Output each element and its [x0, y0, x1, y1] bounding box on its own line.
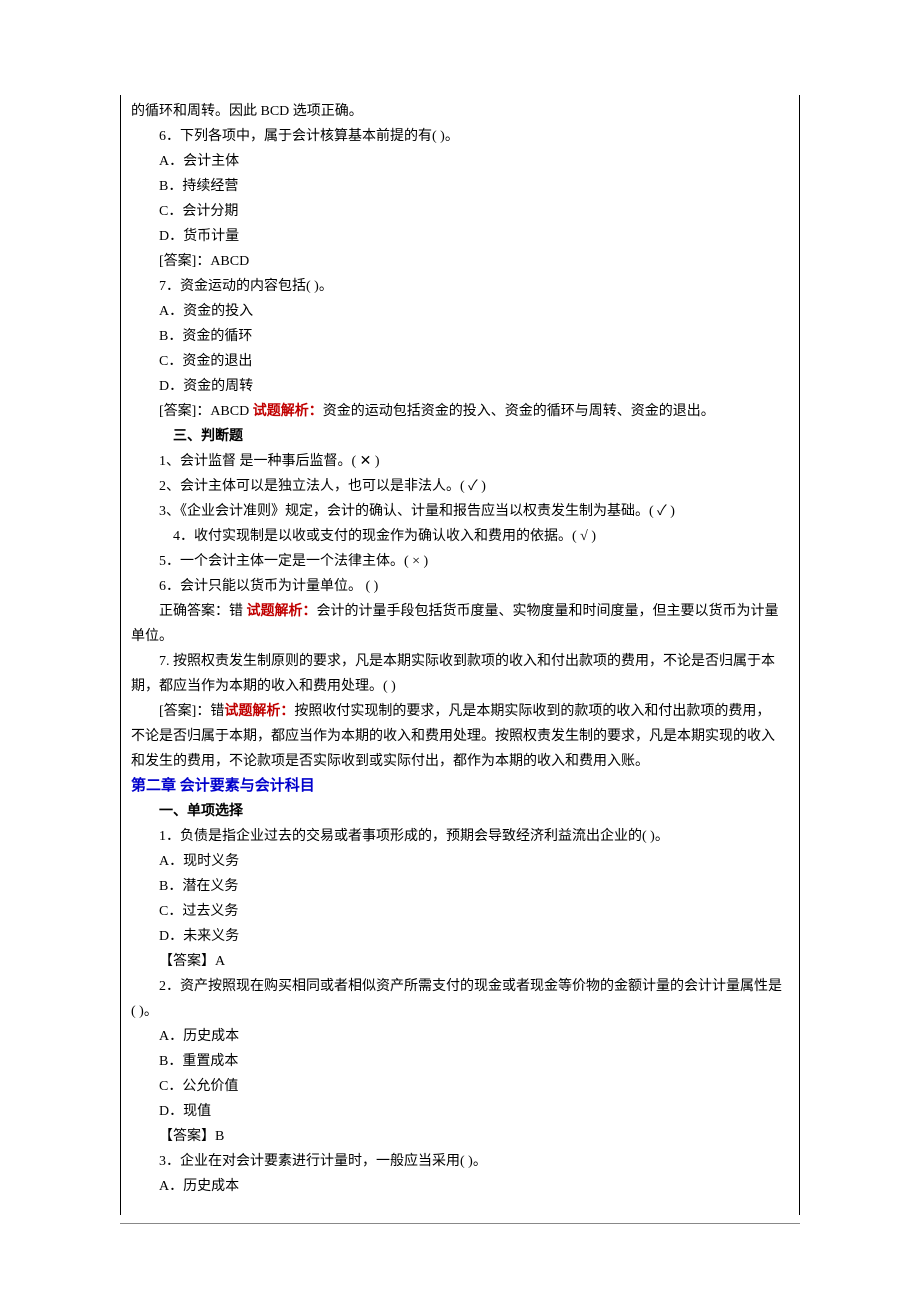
q7-opt-c: C．资金的退出 [131, 349, 789, 374]
q6-opt-b: B．持续经营 [131, 174, 789, 199]
intro-line: 的循环和周转。因此 BCD 选项正确。 [131, 99, 789, 124]
c2q3-opt-a: A．历史成本 [131, 1174, 789, 1199]
q7-opt-d: D．资金的周转 [131, 374, 789, 399]
judge-5: 5．一个会计主体一定是一个法律主体。( × ) [131, 549, 789, 574]
judge-7-answer-line2: 不论是否归属于本期，都应当作为本期的收入和费用处理。按照权责发生制的要求，凡是本… [131, 724, 789, 749]
c2q1-opt-d: D．未来义务 [131, 924, 789, 949]
judge-7-line1: 7. 按照权责发生制原则的要求，凡是本期实际收到款项的收入和付出款项的费用，不论… [131, 649, 789, 674]
c2q3-stem: 3．企业在对会计要素进行计量时，一般应当采用( )。 [131, 1149, 789, 1174]
j6-ans-red: 试题解析： [247, 604, 317, 619]
c2q2-stem-l2: ( )。 [131, 999, 789, 1024]
content-box: 的循环和周转。因此 BCD 选项正确。 6．下列各项中，属于会计核算基本前提的有… [120, 95, 800, 1215]
j7-ans-prefix: [答案]：错 [159, 704, 224, 719]
q7-opt-a: A．资金的投入 [131, 299, 789, 324]
judge-4: 4．收付实现制是以收或支付的现金作为确认收入和费用的依据。( √ ) [131, 524, 789, 549]
judge-7-answer-line3: 和发生的费用，不论款项是否实际收到或实际付出，都作为本期的收入和费用入账。 [131, 749, 789, 774]
q7-ans-red: 试题解析： [253, 404, 323, 419]
chapter2-title: 第二章 会计要素与会计科目 [131, 774, 789, 799]
q6-opt-d: D．货币计量 [131, 224, 789, 249]
c2q2-stem-l1: 2．资产按照现在购买相同或者相似资产所需支付的现金或者现金等价物的金额计量的会计… [131, 974, 789, 999]
judge-2: 2、会计主体可以是独立法人，也可以是非法人。( ✓ ) [131, 474, 789, 499]
c2q1-opt-c: C．过去义务 [131, 899, 789, 924]
c2q2-opt-a: A．历史成本 [131, 1024, 789, 1049]
q6-opt-c: C．会计分期 [131, 199, 789, 224]
j6-ans-prefix: 正确答案：错 [159, 604, 247, 619]
judge-6-answer-line1: 正确答案：错 试题解析：会计的计量手段包括货币度量、实物度量和时间度量，但主要以… [131, 599, 789, 649]
q7-opt-b: B．资金的循环 [131, 324, 789, 349]
q6-opt-a: A．会计主体 [131, 149, 789, 174]
j7-ans-red: 试题解析： [224, 704, 294, 719]
q6-answer: [答案]：ABCD [131, 249, 789, 274]
c2q2-opt-d: D．现值 [131, 1099, 789, 1124]
c2q2-opt-b: B．重置成本 [131, 1049, 789, 1074]
j7-ans-l1-rest: 按照收付实现制的要求，凡是本期实际收到的款项的收入和付出款项的费用， [294, 704, 770, 719]
c2q1-answer: 【答案】A [131, 949, 789, 974]
c2q2-answer: 【答案】B [131, 1124, 789, 1149]
footer-divider [120, 1223, 800, 1224]
judge-3: 3、《企业会计准则》规定，会计的确认、计量和报告应当以权责发生制为基础。( ✓ … [131, 499, 789, 524]
c2q1-opt-b: B．潜在义务 [131, 874, 789, 899]
judge-7-answer-line1: [答案]：错试题解析：按照收付实现制的要求，凡是本期实际收到的款项的收入和付出款… [131, 699, 789, 724]
q7-answer: [答案]：ABCD 试题解析：资金的运动包括资金的投入、资金的循环与周转、资金的… [131, 399, 789, 424]
c2q2-opt-c: C．公允价值 [131, 1074, 789, 1099]
q7-stem: 7．资金运动的内容包括( )。 [131, 274, 789, 299]
q7-ans-prefix: [答案]：ABCD [159, 404, 253, 419]
judge-6: 6．会计只能以货币为计量单位。 ( ) [131, 574, 789, 599]
chapter2-section1: 一、单项选择 [131, 799, 789, 824]
section3-title: 三、判断题 [131, 424, 789, 449]
c2q1-stem: 1．负债是指企业过去的交易或者事项形成的，预期会导致经济利益流出企业的( )。 [131, 824, 789, 849]
c2q1-opt-a: A．现时义务 [131, 849, 789, 874]
q6-stem: 6．下列各项中，属于会计核算基本前提的有( )。 [131, 124, 789, 149]
judge-7-line2: 期，都应当作为本期的收入和费用处理。( ) [131, 674, 789, 699]
q7-ans-rest: 资金的运动包括资金的投入、资金的循环与周转、资金的退出。 [323, 404, 715, 419]
judge-1: 1、会计监督 是一种事后监督。( ✕ ) [131, 449, 789, 474]
